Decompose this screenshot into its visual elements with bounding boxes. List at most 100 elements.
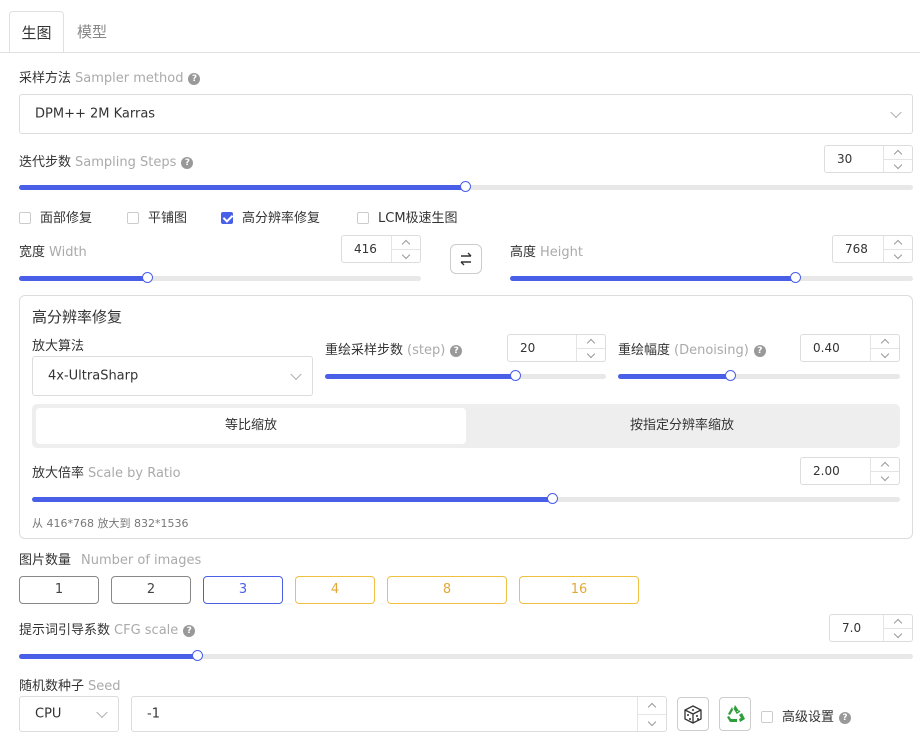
- scale-slider-thumb[interactable]: [546, 493, 558, 504]
- decrement-button[interactable]: [884, 249, 912, 263]
- hires-steps-slider[interactable]: [325, 370, 606, 381]
- denoise-slider-thumb[interactable]: [724, 370, 736, 381]
- resize-mode-resolution[interactable]: 按指定分辨率缩放: [468, 408, 896, 444]
- height-slider-thumb[interactable]: [790, 272, 802, 283]
- cfg-slider[interactable]: [19, 650, 913, 661]
- increment-button[interactable]: [871, 458, 899, 471]
- width-input[interactable]: 416: [341, 235, 421, 263]
- seed-stepper[interactable]: [637, 697, 666, 731]
- image-count-option[interactable]: 4: [295, 576, 375, 604]
- cfg-stepper[interactable]: [883, 615, 912, 641]
- steps-value: 30: [837, 152, 853, 166]
- resize-mode-ratio[interactable]: 等比缩放: [36, 408, 466, 444]
- cfg-input[interactable]: 7.0: [829, 614, 913, 642]
- help-icon[interactable]: ?: [450, 345, 463, 357]
- checkbox-face-restore[interactable]: 面部修复: [19, 207, 92, 226]
- increment-button[interactable]: [392, 236, 420, 249]
- help-icon[interactable]: ?: [188, 73, 201, 85]
- scale-stepper[interactable]: [870, 458, 899, 484]
- increment-button[interactable]: [871, 335, 899, 348]
- increment-button[interactable]: [884, 236, 912, 249]
- image-count-option[interactable]: 16: [519, 576, 639, 604]
- checkbox-box[interactable]: [127, 212, 139, 224]
- steps-slider[interactable]: [19, 181, 913, 192]
- checkbox-lcm[interactable]: LCM极速生图: [357, 207, 458, 226]
- height-stepper[interactable]: [883, 236, 912, 262]
- decrement-button[interactable]: [638, 714, 666, 732]
- checkbox-hires-fix[interactable]: 高分辨率修复: [221, 207, 320, 226]
- steps-label-en: Sampling Steps: [75, 155, 177, 170]
- image-count-option[interactable]: 2: [111, 576, 191, 604]
- upscaler-select[interactable]: 4x-UltraSharp: [32, 356, 313, 396]
- decrement-button[interactable]: [871, 471, 899, 485]
- swap-dimensions-button[interactable]: [450, 244, 482, 274]
- width-stepper[interactable]: [391, 236, 420, 262]
- checkbox-tiling[interactable]: 平铺图: [127, 207, 187, 226]
- hires-steps-stepper[interactable]: [576, 335, 605, 361]
- seed-label: 随机数种子 Seed: [19, 675, 121, 694]
- steps-slider-thumb[interactable]: [460, 181, 471, 192]
- denoise-slider[interactable]: [618, 370, 900, 381]
- image-count-option[interactable]: 3: [203, 576, 283, 604]
- checkbox-box[interactable]: [19, 212, 31, 224]
- width-slider[interactable]: [19, 272, 421, 283]
- denoise-label-en: (Denoising): [674, 343, 749, 358]
- increment-button[interactable]: [884, 146, 912, 159]
- sampler-label-en: Sampler method: [75, 71, 184, 86]
- sampler-label: 采样方法 Sampler method?: [19, 67, 201, 86]
- tab-generate[interactable]: 生图: [9, 11, 64, 53]
- hires-steps-input[interactable]: 20: [507, 334, 606, 362]
- help-icon[interactable]: ?: [181, 157, 194, 169]
- seed-input[interactable]: -1: [131, 696, 667, 732]
- decrement-button[interactable]: [577, 348, 605, 362]
- height-input[interactable]: 768: [832, 235, 913, 263]
- checkbox-box[interactable]: [221, 212, 233, 224]
- tab-model[interactable]: 模型: [66, 11, 118, 53]
- decrement-button[interactable]: [871, 348, 899, 362]
- scale-input[interactable]: 2.00: [800, 457, 900, 485]
- upscaler-label: 放大算法: [32, 339, 85, 354]
- image-count-option[interactable]: 1: [19, 576, 99, 604]
- random-seed-button[interactable]: [677, 697, 709, 731]
- scale-slider[interactable]: [32, 493, 900, 504]
- seed-device-select[interactable]: CPU: [19, 696, 119, 732]
- checkbox-box[interactable]: [357, 212, 369, 224]
- sampler-select[interactable]: DPM++ 2M Karras: [19, 94, 913, 134]
- hires-steps-slider-thumb[interactable]: [510, 370, 522, 381]
- cfg-label: 提示词引导系数 CFG scale?: [19, 619, 196, 638]
- increment-button[interactable]: [638, 697, 666, 714]
- seed-device-value: CPU: [35, 706, 62, 722]
- reuse-seed-button[interactable]: [719, 697, 751, 731]
- width-slider-thumb[interactable]: [141, 272, 153, 283]
- help-icon[interactable]: ?: [183, 625, 196, 637]
- denoise-stepper[interactable]: [870, 335, 899, 361]
- chevron-down-icon: [890, 106, 902, 119]
- sampler-label-text: 采样方法: [19, 71, 72, 86]
- height-slider[interactable]: [510, 272, 913, 283]
- cfg-slider-thumb[interactable]: [191, 650, 203, 661]
- help-icon[interactable]: ?: [753, 345, 766, 357]
- denoise-input[interactable]: 0.40: [800, 334, 900, 362]
- increment-button[interactable]: [577, 335, 605, 348]
- checkbox-box[interactable]: [761, 711, 773, 723]
- image-count-option[interactable]: 8: [387, 576, 507, 604]
- scale-slider-fill: [32, 497, 553, 502]
- recycle-icon: [727, 705, 745, 722]
- checkbox-advanced-settings[interactable]: 高级设置?: [761, 706, 852, 725]
- width-label-en: Width: [49, 245, 87, 260]
- increment-button[interactable]: [884, 615, 912, 628]
- chevron-down-icon: [96, 706, 108, 719]
- hires-steps-label: 重绘采样步数 (step)?: [325, 339, 463, 358]
- decrement-button[interactable]: [884, 628, 912, 642]
- steps-input[interactable]: 30: [824, 145, 913, 173]
- resize-mode-toggle: 等比缩放 按指定分辨率缩放: [32, 404, 900, 448]
- scale-label: 放大倍率 Scale by Ratio: [32, 462, 181, 481]
- images-label-text: 图片数量: [19, 553, 72, 568]
- help-icon[interactable]: ?: [839, 712, 852, 724]
- decrement-button[interactable]: [392, 249, 420, 263]
- hires-steps-slider-fill: [325, 374, 517, 379]
- steps-stepper[interactable]: [883, 146, 912, 172]
- decrement-button[interactable]: [884, 159, 912, 173]
- checkbox-label: 高分辨率修复: [242, 211, 321, 226]
- chevron-down-icon: [290, 368, 302, 381]
